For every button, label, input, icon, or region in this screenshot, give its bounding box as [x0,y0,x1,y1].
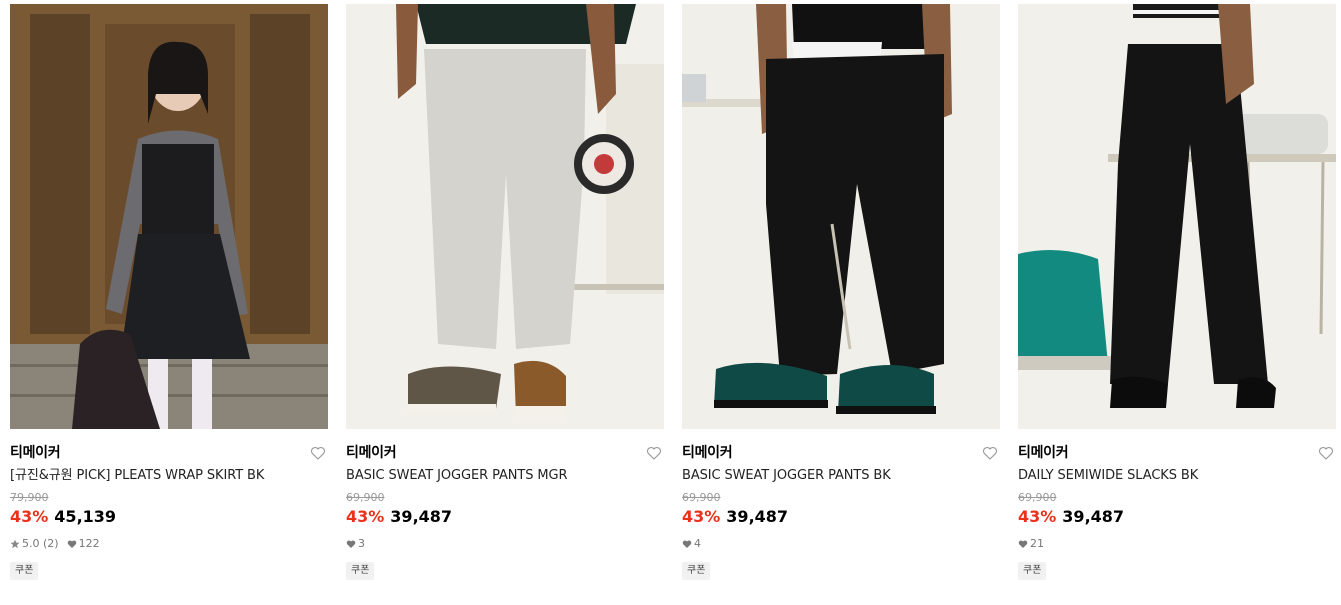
product-card[interactable]: 티메이커 [규진&규원 PICK] PLEATS WRAP SKIRT BK 7… [10,4,328,580]
wishlist-heart-icon[interactable] [310,445,326,461]
product-title[interactable]: DAILY SEMIWIDE SLACKS BK [1018,467,1336,485]
brand-name[interactable]: 티메이커 [346,443,664,463]
product-photo-black-slacks [1018,4,1336,429]
price-row: 43% 39,487 [1018,507,1336,527]
heart-filled-icon [682,539,692,549]
product-card[interactable]: 티메이커 DAILY SEMIWIDE SLACKS BK 69,900 43%… [1018,4,1336,580]
coupon-badge: 쿠폰 [346,562,375,580]
rating-value: 5.0 [22,537,40,550]
like-count: 122 [78,537,100,550]
coupon-badge: 쿠폰 [1018,562,1047,580]
product-image[interactable] [682,4,1000,429]
product-stats: 5.0 (2) 122 [10,537,328,551]
original-price: 69,900 [682,491,721,504]
review-count: (2) [43,537,59,550]
product-title[interactable]: [규진&규원 PICK] PLEATS WRAP SKIRT BK [10,467,328,485]
discount-rate: 43% [10,507,49,526]
sale-price: 45,139 [54,507,117,526]
product-grid: 티메이커 [규진&규원 PICK] PLEATS WRAP SKIRT BK 7… [0,0,1341,605]
brand-name[interactable]: 티메이커 [1018,443,1336,463]
product-photo-gray-joggers [346,4,664,429]
product-stats: 3 [346,537,664,551]
price-row: 43% 45,139 [10,507,328,527]
star-icon [10,539,20,549]
like-count: 21 [1030,537,1044,550]
product-image[interactable] [346,4,664,429]
product-photo-skirt [10,4,328,429]
product-stats: 4 [682,537,1000,551]
original-price: 79,900 [10,491,49,504]
heart-filled-icon [346,539,356,549]
discount-rate: 43% [682,507,721,526]
brand-name[interactable]: 티메이커 [682,443,1000,463]
sale-price: 39,487 [390,507,453,526]
product-image[interactable] [10,4,328,429]
original-price: 69,900 [1018,491,1057,504]
price-row: 43% 39,487 [682,507,1000,527]
sale-price: 39,487 [726,507,789,526]
product-image[interactable] [1018,4,1336,429]
product-title[interactable]: BASIC SWEAT JOGGER PANTS MGR [346,467,664,485]
brand-name[interactable]: 티메이커 [10,443,328,463]
sale-price: 39,487 [1062,507,1125,526]
product-photo-black-joggers [682,4,1000,429]
like-count: 3 [358,537,365,550]
like-count: 4 [694,537,701,550]
product-title[interactable]: BASIC SWEAT JOGGER PANTS BK [682,467,1000,485]
discount-rate: 43% [346,507,385,526]
wishlist-heart-icon[interactable] [982,445,998,461]
product-card[interactable]: 티메이커 BASIC SWEAT JOGGER PANTS BK 69,900 … [682,4,1000,580]
heart-filled-icon [67,539,77,549]
discount-rate: 43% [1018,507,1057,526]
original-price: 69,900 [346,491,385,504]
price-row: 43% 39,487 [346,507,664,527]
coupon-badge: 쿠폰 [682,562,711,580]
product-stats: 21 [1018,537,1336,551]
heart-filled-icon [1018,539,1028,549]
wishlist-heart-icon[interactable] [646,445,662,461]
product-card[interactable]: 티메이커 BASIC SWEAT JOGGER PANTS MGR 69,900… [346,4,664,580]
wishlist-heart-icon[interactable] [1318,445,1334,461]
coupon-badge: 쿠폰 [10,562,39,580]
